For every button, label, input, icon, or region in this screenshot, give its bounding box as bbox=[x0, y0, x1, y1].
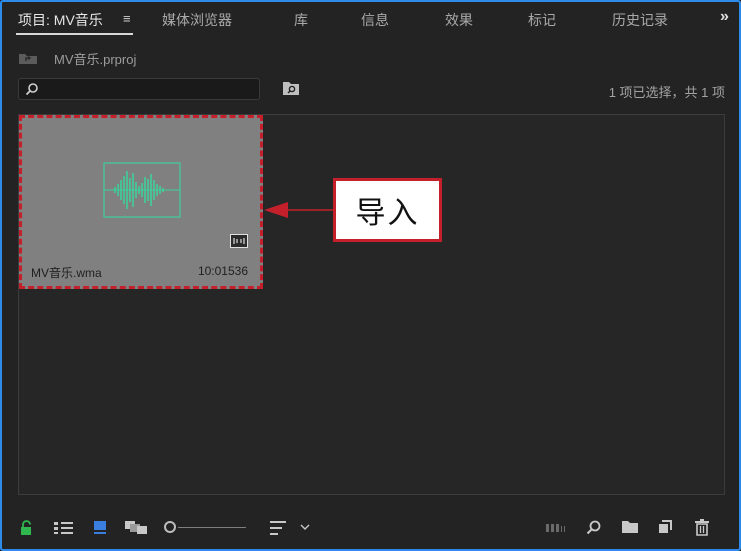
import-callout: 导入 bbox=[333, 178, 442, 242]
zoom-slider-handle[interactable] bbox=[164, 521, 176, 533]
clip-thumbnail[interactable]: MV音乐.wma 10:01536 bbox=[19, 115, 263, 289]
find-icon[interactable] bbox=[586, 520, 602, 536]
automate-sequence-icon[interactable] bbox=[546, 523, 566, 533]
bottom-toolbar bbox=[2, 510, 739, 544]
clip-name: MV音乐.wma bbox=[31, 266, 102, 280]
callout-label: 导入 bbox=[355, 196, 420, 231]
tab-markers[interactable]: 标记 bbox=[528, 10, 556, 30]
zoom-slider-track[interactable] bbox=[178, 527, 246, 528]
new-item-icon[interactable] bbox=[658, 520, 674, 536]
tab-media-browser[interactable]: 媒体浏览器 bbox=[162, 10, 232, 30]
sort-icon[interactable] bbox=[270, 521, 288, 535]
search-box[interactable] bbox=[18, 78, 260, 100]
search-input[interactable] bbox=[43, 81, 255, 97]
waveform-icon bbox=[103, 162, 181, 218]
new-search-bin-icon[interactable] bbox=[282, 80, 300, 96]
lock-icon[interactable] bbox=[20, 520, 34, 536]
project-panel: 项目: MV音乐 ≡ 媒体浏览器 库 信息 效果 标记 历史记录 » MV音乐.… bbox=[0, 0, 741, 551]
panel-menu-icon[interactable]: ≡ bbox=[123, 11, 131, 26]
project-file-name: MV音乐.prproj bbox=[54, 52, 137, 67]
panel-tab-bar: 项目: MV音乐 ≡ 媒体浏览器 库 信息 效果 标记 历史记录 » bbox=[2, 2, 739, 38]
freeform-view-icon[interactable] bbox=[124, 520, 148, 534]
tab-history[interactable]: 历史记录 bbox=[612, 10, 668, 30]
icon-view-icon[interactable] bbox=[93, 520, 107, 534]
tab-info[interactable]: 信息 bbox=[361, 10, 389, 30]
active-tab-indicator bbox=[16, 33, 133, 35]
chevron-down-icon[interactable] bbox=[300, 524, 310, 532]
search-icon bbox=[25, 83, 38, 96]
new-bin-icon[interactable] bbox=[621, 520, 639, 534]
folder-up-icon[interactable] bbox=[18, 52, 38, 65]
trash-icon[interactable] bbox=[694, 519, 710, 536]
tab-libraries[interactable]: 库 bbox=[294, 10, 308, 30]
tab-overflow-icon[interactable]: » bbox=[720, 8, 729, 26]
clip-duration: 10:01536 bbox=[197, 264, 248, 278]
tab-effects[interactable]: 效果 bbox=[445, 10, 473, 30]
audio-clip-badge-icon bbox=[230, 234, 248, 248]
selection-status: 1 项已选择，共 1 项 bbox=[608, 85, 725, 100]
annotation-arrow-icon bbox=[264, 202, 334, 218]
list-view-icon[interactable] bbox=[54, 522, 74, 534]
tab-project[interactable]: 项目: MV音乐 bbox=[18, 10, 103, 30]
